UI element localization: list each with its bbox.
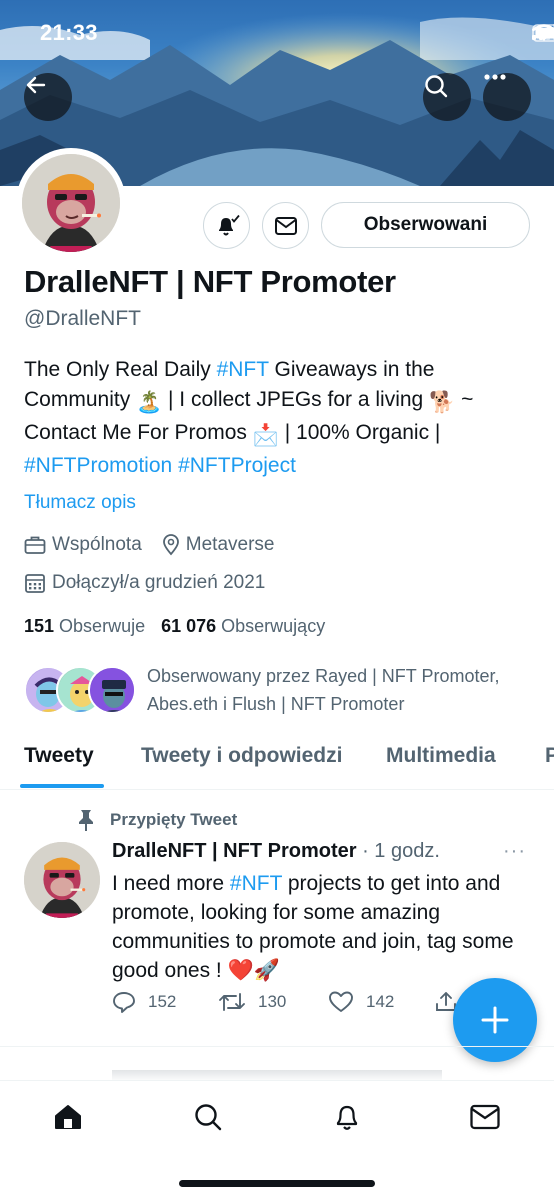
pinned-label-text: Przypięty Tweet [110,810,238,829]
more-options-button[interactable] [483,73,531,121]
mail-icon [274,216,297,235]
following-count: 151 [24,616,55,636]
location-icon [162,534,179,556]
followers-label: Obserwujący [221,616,326,636]
profile-category: Wspólnota [52,534,142,555]
following-label: Obserwuje [59,616,146,636]
status-time: 21:33 [40,20,98,45]
tweet-divider [0,1046,554,1047]
pinned-tweet-label: Przypięty Tweet [76,808,237,832]
calendar-icon [25,574,45,593]
bio-text: | 100% Organic | [278,421,441,444]
profile-bio: The Only Real Daily #NFT Giveaways in th… [24,355,534,481]
hashtag-link[interactable]: #NFTProject [178,454,296,477]
tab-likes-partial[interactable]: P [545,744,554,768]
tweet-text-part: I need more [112,872,230,895]
profile-avatar[interactable] [16,148,126,258]
pin-icon [79,810,93,831]
heart-rocket-emoji: ❤️🚀 [227,959,280,982]
retweet-icon [219,993,245,1011]
ape-avatar-image [24,842,100,918]
notifications-subscribe-button[interactable] [203,202,250,249]
home-indicator [179,1180,375,1187]
profile-location: Metaverse [185,534,275,555]
compose-icon [481,1006,509,1034]
tweet-author-avatar[interactable] [24,842,100,918]
tab-tweets[interactable]: Tweety [24,744,94,768]
profile-tabs: Tweety Tweety i odpowiedzi Multimedia P [0,738,554,790]
following-button[interactable]: Obserwowani [321,202,530,248]
back-arrow-icon [26,76,46,94]
briefcase-icon [24,536,46,554]
tweet-actions: 152 130 142 [112,990,472,1020]
following-stat[interactable]: 151 Obserwuje [24,616,145,637]
retweet-button[interactable]: 130 [218,990,286,1014]
nav-search[interactable] [188,1097,228,1137]
home-icon [55,1105,81,1129]
nav-messages[interactable] [465,1097,505,1137]
followed-by-row[interactable]: Obserwowany przez Rayed | NFT Promoter, … [24,662,527,718]
tweet-header: DralleNFT | NFT Promoter · 1 godz. [112,840,440,863]
bio-text: | I collect JPEGs for a living [162,388,430,411]
island-emoji: 🏝️ [136,391,163,414]
followed-by-avatars [24,662,136,714]
reply-icon [113,992,135,1013]
status-bar: 21:33 [0,0,554,64]
followers-count: 61 076 [161,616,217,636]
messages-icon [470,1104,500,1130]
notifications-icon [336,1105,358,1130]
tab-media[interactable]: Multimedia [386,744,496,768]
followed-by-text: Obserwowany przez Rayed | NFT Promoter, … [147,666,500,714]
like-icon [329,991,353,1012]
tweet-author-name[interactable]: DralleNFT | NFT Promoter [112,840,357,862]
tweet-timestamp: · 1 godz. [356,840,440,862]
profile-joined-date: Dołączył/a grudzień 2021 [52,572,266,593]
dog-emoji: 🐕 [429,391,456,414]
profile-handle: @DralleNFT [24,307,141,330]
search-icon [195,1104,222,1131]
reply-button[interactable]: 152 [112,990,176,1014]
reply-count: 152 [148,992,177,1011]
search-button[interactable] [423,73,471,121]
follow-stats: 151 Obserwuje 61 076 Obserwujący [24,616,325,637]
hashtag-link[interactable]: #NFT [217,358,269,381]
envelope-emoji: 📩 [252,424,279,447]
profile-name: DralleNFT | NFT Promoter [24,264,396,299]
bell-icon [218,214,240,235]
active-tab-indicator [20,784,104,788]
hashtag-link[interactable]: #NFT [230,872,282,895]
battery-icon [532,24,554,42]
tab-tweets-and-replies[interactable]: Tweety i odpowiedzi [141,744,342,768]
hashtag-link[interactable]: #NFTPromotion [24,454,172,477]
nav-notifications[interactable] [327,1097,367,1137]
ape-avatar-image [22,154,120,252]
like-count: 142 [366,992,395,1011]
back-button[interactable] [24,73,72,121]
more-icon [484,74,506,80]
search-icon [425,75,448,98]
compose-tweet-button[interactable] [453,978,537,1062]
tweet-text: I need more #NFT projects to get into an… [112,869,542,985]
nav-home[interactable] [48,1097,88,1137]
bio-text: The Only Real Daily [24,358,217,381]
retweet-count: 130 [258,992,287,1011]
translate-bio-link[interactable]: Tłumacz opis [24,492,136,514]
message-button[interactable] [262,202,309,249]
follower-avatar [88,666,136,714]
like-button[interactable]: 142 [328,990,394,1014]
tweet-more-icon[interactable]: ··· [503,840,526,863]
followers-stat[interactable]: 61 076 Obserwujący [161,616,325,637]
